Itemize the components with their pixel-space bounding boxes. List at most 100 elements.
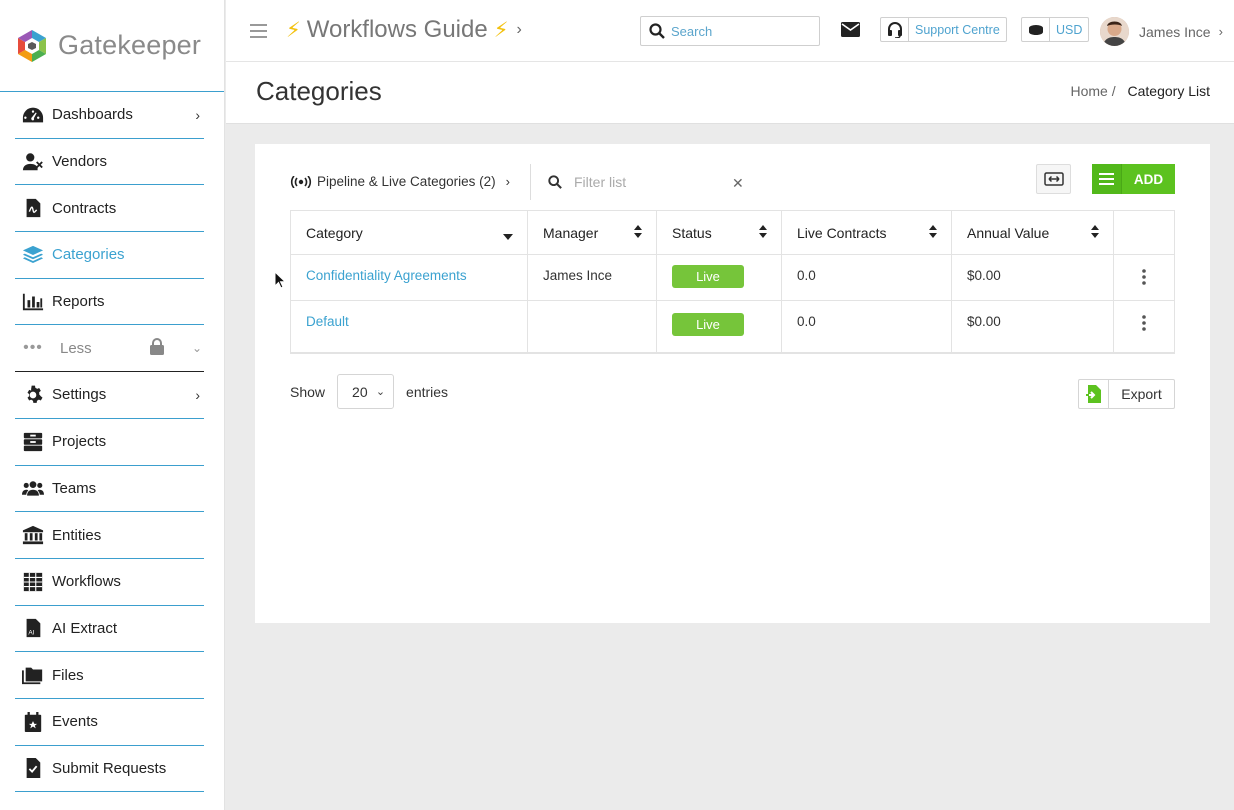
svg-text:AI: AI <box>28 630 34 637</box>
sidebar-item-label: Contracts <box>52 199 117 217</box>
expand-width-button[interactable] <box>1036 164 1071 194</box>
cell-status: Live <box>656 300 782 354</box>
sidebar-item-less[interactable]: ••• Less ⌄ <box>15 325 204 373</box>
cell-actions <box>1113 254 1175 301</box>
status-badge: Live <box>672 313 744 336</box>
page-title: Categories <box>256 76 382 106</box>
sidebar-item-label: Less <box>60 339 92 357</box>
column-header-live-contracts[interactable]: Live Contracts <box>781 210 952 255</box>
support-centre-button[interactable]: Support Centre <box>880 17 1007 42</box>
lock-icon[interactable] <box>150 337 164 359</box>
categories-icon <box>21 244 45 266</box>
row-actions-kebab-icon[interactable] <box>1142 315 1146 334</box>
cell-category: Confidentiality Agreements <box>290 254 528 301</box>
gatekeeper-logo-icon <box>18 29 46 62</box>
chevron-down-icon[interactable]: ⌄ <box>192 341 202 355</box>
ai-file-icon: AI <box>21 617 45 639</box>
chevron-right-icon: › <box>195 386 200 403</box>
currency-button[interactable]: USD <box>1021 17 1090 42</box>
cell-annual-value: $0.00 <box>951 300 1114 354</box>
user-name: James Ince <box>1139 23 1211 40</box>
column-header-status[interactable]: Status <box>656 210 782 255</box>
search-input[interactable] <box>671 23 801 39</box>
contracts-icon <box>21 197 45 219</box>
top-bar: ⚡ Workflows Guide ⚡ › Support Centre USD… <box>226 0 1234 62</box>
workflow-title[interactable]: ⚡ Workflows Guide ⚡ › <box>286 16 522 44</box>
sidebar-item-label: Teams <box>52 479 97 497</box>
chevron-right-icon: › <box>516 21 522 38</box>
sidebar-item-projects[interactable]: Projects <box>15 419 204 466</box>
table-row: Default Live 0.0 $0.00 <box>290 300 1175 354</box>
export-button[interactable]: Export <box>1078 379 1175 409</box>
breadcrumb-home[interactable]: Home <box>1070 83 1107 99</box>
filter-box[interactable]: ✕ <box>548 174 748 192</box>
chevron-down-icon: ⌄ <box>375 386 386 398</box>
sidebar-item-label: Dashboards <box>52 106 133 124</box>
sidebar-item-reports[interactable]: Reports <box>15 279 204 326</box>
chevron-right-icon: › <box>195 106 200 123</box>
category-link[interactable]: Confidentiality Agreements <box>306 268 467 283</box>
headset-icon <box>881 18 909 41</box>
sidebar-item-vendors[interactable]: Vendors <box>15 139 204 186</box>
entries-label: entries <box>406 383 449 400</box>
add-button[interactable]: ADD <box>1092 164 1175 194</box>
calendar-icon <box>21 711 45 733</box>
sidebar-item-ai-extract[interactable]: AI AI Extract <box>15 606 204 653</box>
cell-manager: James Ince <box>527 254 657 301</box>
sidebar-item-label: Projects <box>52 433 107 451</box>
menu-lines-icon[interactable] <box>1092 164 1122 194</box>
vendors-icon <box>21 151 45 173</box>
search-box[interactable] <box>640 16 820 46</box>
toolbar-divider <box>530 164 531 200</box>
column-header-manager[interactable]: Manager <box>527 210 657 255</box>
app-logo[interactable]: Gatekeeper <box>0 0 224 92</box>
clear-filter-icon[interactable]: ✕ <box>732 175 744 192</box>
reports-icon <box>21 291 45 313</box>
row-actions-kebab-icon[interactable] <box>1142 269 1146 288</box>
sort-icon <box>929 225 937 241</box>
sidebar-item-contracts[interactable]: Contracts <box>15 185 204 233</box>
lightning-icon: ⚡ <box>493 18 509 42</box>
mail-icon[interactable] <box>841 22 860 42</box>
categories-card: Pipeline & Live Categories (2) › ✕ ADD C… <box>255 144 1210 623</box>
sidebar-item-events[interactable]: Events <box>15 699 204 746</box>
user-menu[interactable]: James Ince › <box>1100 17 1223 46</box>
sidebar-item-label: Entities <box>52 526 102 544</box>
table-header-row: Category Manager Status Live Contracts A… <box>290 210 1175 255</box>
cell-category: Default <box>290 300 528 354</box>
list-toolbar: Pipeline & Live Categories (2) › ✕ ADD <box>290 164 1175 204</box>
sidebar-item-label: Files <box>52 666 84 684</box>
status-badge: Live <box>672 265 744 288</box>
folder-icon <box>21 664 45 686</box>
sidebar-item-label: Reports <box>52 293 105 311</box>
sidebar-item-teams[interactable]: Teams <box>15 466 204 513</box>
sidebar-item-categories[interactable]: Categories <box>15 232 204 279</box>
hamburger-menu-icon[interactable] <box>250 24 267 42</box>
breadcrumb-current: Category List <box>1127 83 1210 99</box>
sidebar-item-settings[interactable]: Settings › <box>15 372 204 419</box>
sidebar-item-workflows[interactable]: Workflows <box>15 559 204 606</box>
entries-select[interactable]: 20 ⌄ <box>337 374 395 409</box>
sidebar-item-entities[interactable]: Entities <box>15 512 204 559</box>
filter-input[interactable] <box>574 174 714 190</box>
support-centre-label: Support Centre <box>915 22 1000 37</box>
category-link[interactable]: Default <box>306 314 349 329</box>
add-button-label: ADD <box>1133 171 1164 187</box>
sidebar-item-label: Vendors <box>52 153 108 171</box>
column-header-annual-value[interactable]: Annual Value <box>951 210 1114 255</box>
breadcrumb-separator: / <box>1111 83 1116 99</box>
mouse-cursor-icon <box>274 270 287 294</box>
sidebar-item-label: Events <box>52 713 98 731</box>
dashboard-icon <box>21 104 45 126</box>
chevron-right-icon: › <box>1218 24 1223 39</box>
sidebar-item-submit-requests[interactable]: Submit Requests <box>15 746 204 793</box>
pipeline-filter-dropdown[interactable]: Pipeline & Live Categories (2) › <box>290 174 510 189</box>
export-label: Export <box>1121 386 1162 402</box>
search-icon <box>548 175 562 189</box>
grid-icon <box>21 571 45 593</box>
sidebar-item-dashboards[interactable]: Dashboards › <box>15 92 204 139</box>
categories-table: Category Manager Status Live Contracts A… <box>290 210 1175 354</box>
projects-icon <box>21 431 45 453</box>
column-header-category[interactable]: Category <box>290 210 528 255</box>
sidebar-item-files[interactable]: Files <box>15 652 204 699</box>
